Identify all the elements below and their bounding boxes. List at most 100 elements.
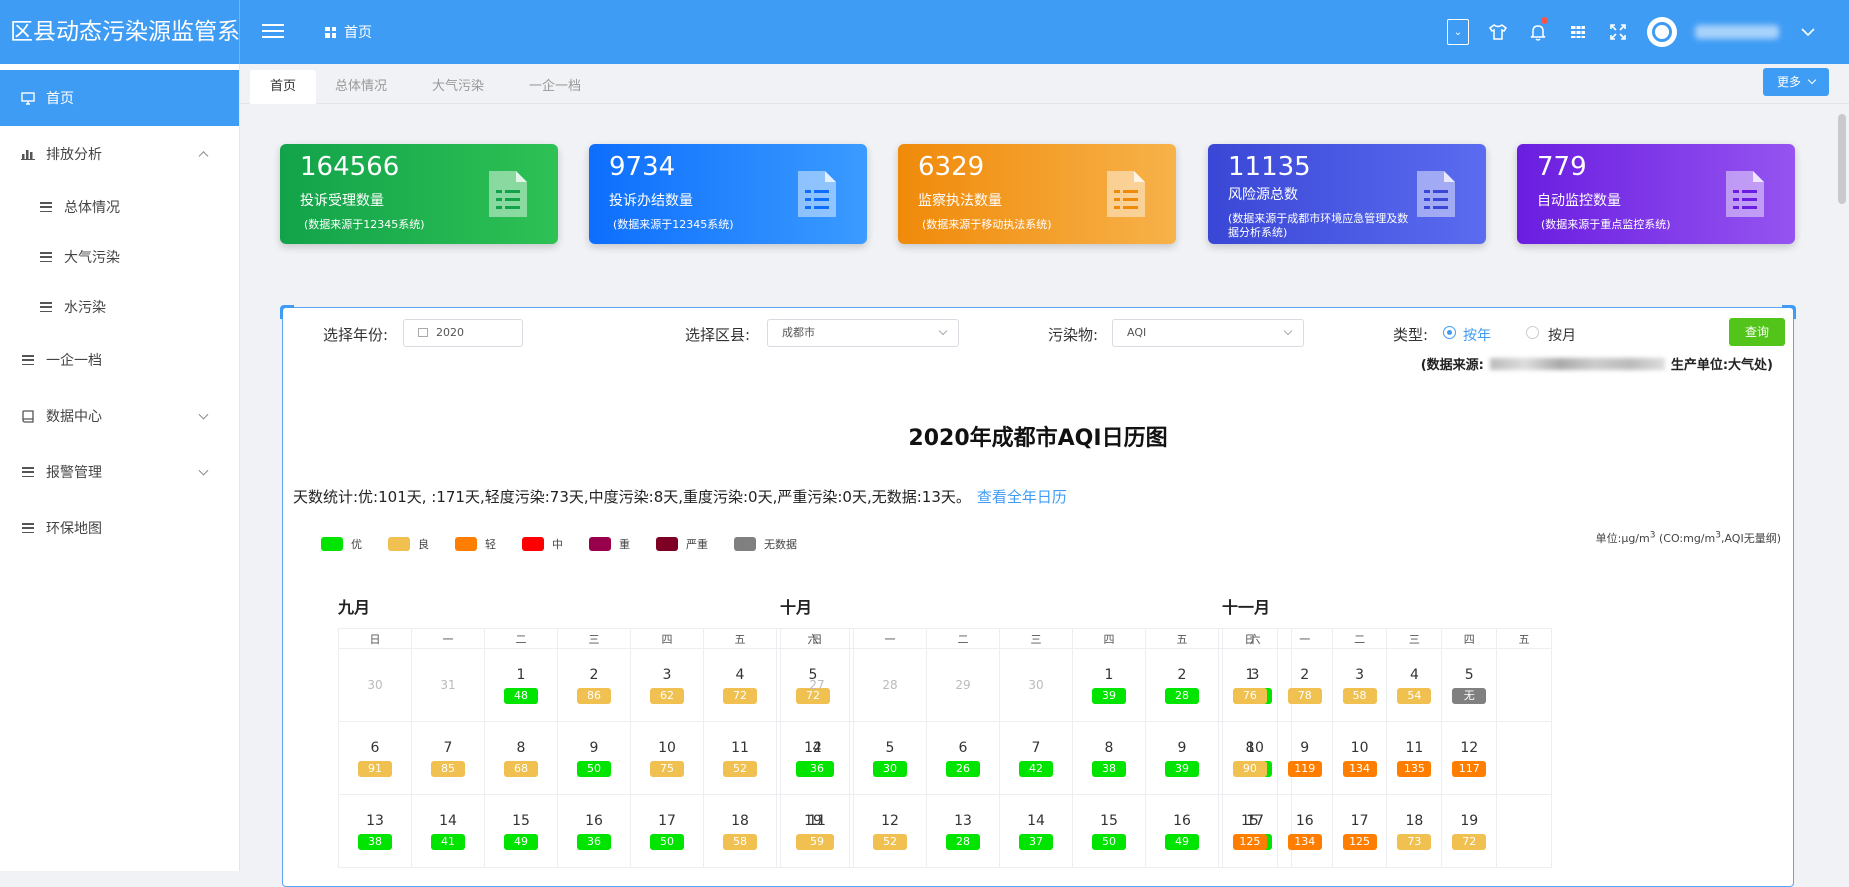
pollutant-select[interactable]: AQI <box>1112 319 1304 347</box>
calendar-day-cell[interactable]: 6 91 <box>338 721 412 795</box>
page-scrollbar[interactable] <box>1835 104 1849 871</box>
legend-item[interactable]: 无数据 <box>734 536 797 552</box>
view-full-year-calendar-link[interactable]: 查看全年日历 <box>977 488 1067 506</box>
calendar-day-cell[interactable]: 1 39 <box>1072 648 1146 722</box>
sidebar-item-alarm-management[interactable]: 报警管理 <box>0 444 239 500</box>
radio-by-year[interactable] <box>1443 326 1456 339</box>
calendar-day-cell[interactable]: 8 68 <box>484 721 558 795</box>
calendar-day-cell[interactable]: 4 72 <box>703 648 777 722</box>
calendar-day-cell[interactable]: 12 52 <box>853 794 927 868</box>
sidebar-item-water-pollution[interactable]: 水污染 <box>0 282 239 332</box>
calendar-day-cell[interactable]: 10 134 <box>1331 721 1388 795</box>
tab-overall[interactable]: 总体情况 <box>315 70 407 104</box>
scrollbar-thumb[interactable] <box>1838 114 1846 204</box>
calendar-day-cell[interactable]: 27 <box>780 648 854 722</box>
calendar-day-cell[interactable] <box>1496 794 1552 868</box>
radio-by-year-label[interactable]: 按年 <box>1463 325 1491 345</box>
calendar-day-cell[interactable]: 2 78 <box>1276 648 1333 722</box>
calendar-day-cell[interactable]: 11 52 <box>703 721 777 795</box>
calendar-day-cell[interactable]: 8 38 <box>1072 721 1146 795</box>
user-menu-chevron-icon[interactable] <box>1797 21 1819 43</box>
calendar-day-cell[interactable]: 19 72 <box>1441 794 1498 868</box>
calendar-day-cell[interactable]: 18 73 <box>1386 794 1443 868</box>
sidebar-item-overall[interactable]: 总体情况 <box>0 182 239 232</box>
sidebar-item-enterprise-file[interactable]: 一企一档 <box>0 332 239 388</box>
radio-by-month-label[interactable]: 按月 <box>1548 325 1576 345</box>
calendar-day-cell[interactable]: 18 58 <box>703 794 777 868</box>
username-redacted[interactable] <box>1695 25 1779 39</box>
calendar-day-cell[interactable]: 12 117 <box>1441 721 1498 795</box>
query-button[interactable]: 查询 <box>1729 318 1785 346</box>
hamburger-menu-icon[interactable] <box>262 20 284 42</box>
calendar-day-cell[interactable]: 14 37 <box>999 794 1073 868</box>
calendar-day-cell[interactable]: 17 50 <box>630 794 704 868</box>
calendar-day-cell[interactable]: 1 48 <box>484 648 558 722</box>
calendar-day-cell[interactable]: 7 42 <box>999 721 1073 795</box>
calendar-day-cell[interactable]: 1 76 <box>1222 648 1278 722</box>
calendar-day-cell[interactable]: 16 49 <box>1145 794 1219 868</box>
calendar-day-cell[interactable]: 5 30 <box>853 721 927 795</box>
calendar-day-cell[interactable] <box>1496 648 1552 722</box>
calendar-day-cell[interactable]: 3 62 <box>630 648 704 722</box>
calendar-day-cell[interactable]: 29 <box>926 648 1000 722</box>
notification-bell-icon[interactable] <box>1527 17 1549 43</box>
calendar-day-cell[interactable]: 4 36 <box>780 721 854 795</box>
calendar-day-cell[interactable]: 11 59 <box>780 794 854 868</box>
legend-item[interactable]: 中 <box>522 536 563 552</box>
calendar-day-cell[interactable]: 16 36 <box>557 794 631 868</box>
year-picker[interactable]: 2020 <box>403 319 523 347</box>
calendar-day-cell[interactable]: 2 28 <box>1145 648 1219 722</box>
tab-air-pollution[interactable]: 大气污染 <box>412 70 504 104</box>
calendar-day-cell[interactable]: 31 <box>411 648 485 722</box>
calendar-day-cell[interactable]: 9 50 <box>557 721 631 795</box>
theme-shirt-icon[interactable] <box>1487 21 1509 43</box>
calendar-day-cell[interactable]: 11 135 <box>1386 721 1443 795</box>
calendar-day-cell[interactable]: 7 85 <box>411 721 485 795</box>
legend-item[interactable]: 轻 <box>455 536 496 552</box>
calendar-day-cell[interactable]: 6 26 <box>926 721 1000 795</box>
fullscreen-icon[interactable] <box>1607 21 1629 43</box>
calendar-day-cell[interactable]: 30 <box>338 648 412 722</box>
calendar-day-cell[interactable]: 30 <box>999 648 1073 722</box>
calendar-day-cell[interactable]: 8 90 <box>1222 721 1278 795</box>
calendar-day-cell[interactable]: 16 134 <box>1276 794 1333 868</box>
legend-item[interactable]: 优 <box>321 536 362 552</box>
calendar-day-cell[interactable]: 14 41 <box>411 794 485 868</box>
breadcrumb[interactable]: 首页 <box>325 22 372 42</box>
stat-card[interactable]: 6329 监察执法数量 (数据来源于移动执法系统) <box>898 144 1176 244</box>
calendar-day-cell[interactable]: 17 125 <box>1331 794 1388 868</box>
calendar-day-cell[interactable]: 4 54 <box>1386 648 1443 722</box>
sidebar-item-home[interactable]: 首页 <box>0 70 239 126</box>
dropdown-toggle-icon[interactable]: ⌄ <box>1447 19 1469 45</box>
tab-home[interactable]: 首页 <box>250 70 317 104</box>
stat-card[interactable]: 9734 投诉办结数量 (数据来源于12345系统) <box>589 144 867 244</box>
legend-item[interactable]: 良 <box>388 536 429 552</box>
tab-enterprise-file[interactable]: 一企一档 <box>509 70 601 104</box>
stat-card[interactable]: 11135 风险源总数 (数据来源于成都市环境应急管理及数据分析系统) <box>1208 144 1486 244</box>
radio-by-month[interactable] <box>1526 326 1539 339</box>
calendar-day-cell[interactable]: 9 39 <box>1145 721 1219 795</box>
calendar-day-cell[interactable]: 10 75 <box>630 721 704 795</box>
calendar-day-cell[interactable]: 3 58 <box>1331 648 1388 722</box>
stat-card[interactable]: 779 自动监控数量 (数据来源于重点监控系统) <box>1517 144 1795 244</box>
calendar-day-cell[interactable]: 15 49 <box>484 794 558 868</box>
sidebar-item-emission-analysis[interactable]: 排放分析 <box>0 126 239 182</box>
legend-item[interactable]: 严重 <box>656 536 708 552</box>
calendar-day-cell[interactable]: 15 50 <box>1072 794 1146 868</box>
calendar-day-cell[interactable]: 2 86 <box>557 648 631 722</box>
calendar-day-cell[interactable]: 28 <box>853 648 927 722</box>
calendar-day-cell[interactable]: 15 125 <box>1222 794 1278 868</box>
calendar-day-cell[interactable]: 13 38 <box>338 794 412 868</box>
calendar-day-cell[interactable]: 9 119 <box>1276 721 1333 795</box>
user-avatar[interactable] <box>1647 17 1677 47</box>
sidebar-item-env-map[interactable]: 环保地图 <box>0 500 239 556</box>
calendar-day-cell[interactable] <box>1496 721 1552 795</box>
district-select[interactable]: 成都市 <box>767 319 959 347</box>
sidebar-item-data-center[interactable]: 数据中心 <box>0 388 239 444</box>
sidebar-item-air-pollution[interactable]: 大气污染 <box>0 232 239 282</box>
legend-item[interactable]: 重 <box>589 536 630 552</box>
calendar-day-cell[interactable]: 5无 <box>1441 648 1498 722</box>
more-button[interactable]: 更多 <box>1762 68 1829 96</box>
apps-grid-icon[interactable] <box>1567 21 1589 43</box>
calendar-day-cell[interactable]: 13 28 <box>926 794 1000 868</box>
